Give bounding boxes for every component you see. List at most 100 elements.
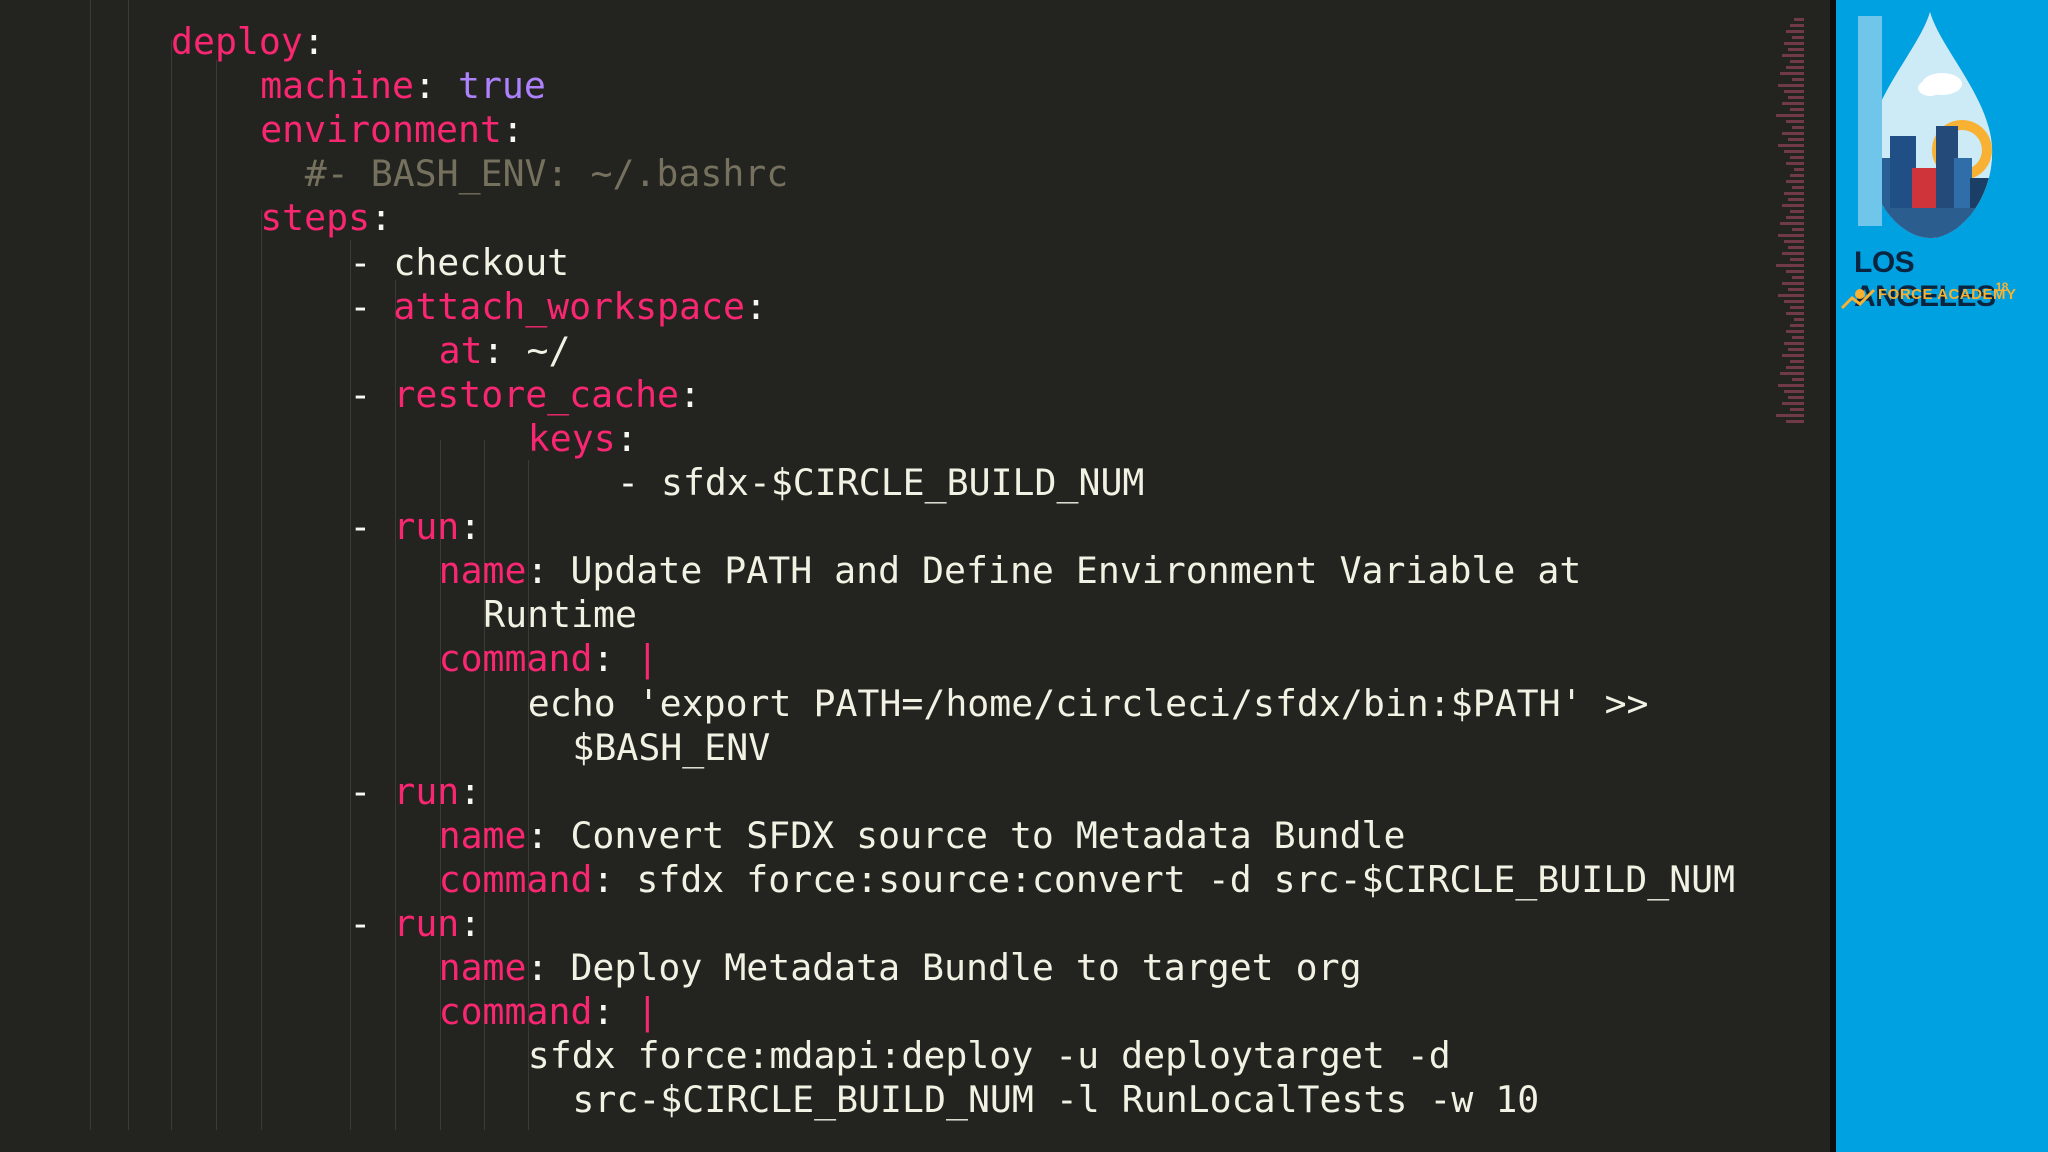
minimap-line bbox=[1790, 174, 1804, 177]
code-token-pun: : bbox=[526, 549, 571, 593]
code-token-key: name bbox=[438, 549, 527, 593]
code-line[interactable]: sfdx force:mdapi:deploy -u deploytarget … bbox=[528, 1034, 1451, 1078]
minimap-line bbox=[1794, 318, 1804, 321]
minimap-line bbox=[1782, 402, 1804, 405]
minimap-line bbox=[1778, 84, 1804, 87]
minimap-line bbox=[1776, 264, 1804, 267]
code-editor[interactable]: deploy: machine: true environment: #- BASH_… bbox=[0, 0, 1830, 1152]
code-line[interactable]: command: | bbox=[439, 990, 659, 1034]
code-line[interactable]: - checkout bbox=[349, 241, 569, 285]
minimap-line bbox=[1792, 228, 1804, 231]
minimap-line bbox=[1786, 216, 1804, 219]
code-token-pun: : bbox=[592, 857, 637, 901]
code-token-pun: : bbox=[459, 902, 482, 945]
code-line[interactable]: deploy: bbox=[171, 20, 325, 64]
minimap-line bbox=[1786, 270, 1804, 273]
code-token-key: name bbox=[438, 946, 527, 990]
code-line[interactable]: command: | bbox=[439, 637, 659, 681]
code-token-dash: - bbox=[349, 769, 394, 813]
code-token-str: src-$CIRCLE_BUILD_NUM -l RunLocalTests -… bbox=[572, 1078, 1540, 1122]
code-line[interactable]: name: Convert SFDX source to Metadata Bu… bbox=[439, 814, 1406, 858]
code-line[interactable]: - run: bbox=[349, 770, 481, 814]
indent-guide bbox=[216, 60, 217, 1130]
minimap-line bbox=[1792, 78, 1804, 81]
code-line[interactable]: - attach_workspace: bbox=[349, 285, 767, 329]
code-token-str: ~/ bbox=[526, 328, 571, 372]
minimap-line bbox=[1784, 150, 1804, 153]
code-line[interactable]: #- BASH_ENV: ~/.bashrc bbox=[305, 152, 788, 196]
code-line[interactable]: - sfdx-$CIRCLE_BUILD_NUM bbox=[617, 461, 1144, 505]
minimap[interactable] bbox=[1760, 18, 1804, 428]
code-token-str: sfdx-$CIRCLE_BUILD_NUM bbox=[660, 461, 1145, 504]
minimap-line bbox=[1790, 156, 1804, 159]
code-token-pun: : bbox=[744, 284, 767, 328]
minimap-line bbox=[1790, 210, 1804, 213]
code-line[interactable]: - restore_cache: bbox=[349, 373, 701, 417]
code-token-key: run bbox=[393, 505, 460, 549]
code-line[interactable]: Runtime bbox=[483, 593, 637, 637]
minimap-line bbox=[1784, 240, 1804, 243]
code-token-pun: : bbox=[459, 505, 482, 549]
minimap-line bbox=[1784, 300, 1804, 303]
minimap-line bbox=[1790, 408, 1804, 411]
code-line[interactable]: - run: bbox=[349, 505, 481, 549]
minimap-line bbox=[1786, 30, 1804, 33]
minimap-line bbox=[1778, 144, 1804, 147]
code-line[interactable]: src-$CIRCLE_BUILD_NUM -l RunLocalTests -… bbox=[572, 1078, 1539, 1122]
code-token-key: at bbox=[438, 328, 483, 372]
minimap-line bbox=[1786, 330, 1804, 333]
minimap-line bbox=[1794, 168, 1804, 171]
code-line[interactable]: command: sfdx force:source:convert -d sr… bbox=[439, 858, 1736, 902]
code-token-str: Convert SFDX source to Metadata Bundle bbox=[570, 813, 1406, 857]
code-token-str: $BASH_ENV bbox=[572, 725, 771, 769]
minimap-line bbox=[1790, 324, 1804, 327]
code-line[interactable]: steps: bbox=[260, 196, 392, 240]
minimap-line bbox=[1788, 138, 1804, 141]
code-token-dash: - bbox=[349, 902, 394, 945]
minimap-line bbox=[1790, 258, 1804, 261]
code-token-pun: : bbox=[459, 769, 482, 813]
code-token-bool: true bbox=[457, 64, 546, 108]
code-token-key: keys bbox=[527, 416, 616, 460]
minimap-line bbox=[1794, 18, 1804, 21]
indent-guide bbox=[261, 210, 262, 1130]
code-line[interactable]: name: Update PATH and Define Environment… bbox=[439, 549, 1582, 593]
code-token-str: echo 'export PATH=/home/circleci/sfdx/bi… bbox=[527, 681, 1649, 725]
minimap-line bbox=[1782, 354, 1804, 357]
minimap-line bbox=[1784, 342, 1804, 345]
brand-title: LOS ANGELES18 bbox=[1854, 246, 2048, 314]
minimap-line bbox=[1784, 390, 1804, 393]
code-token-str: Update PATH and Define Environment Varia… bbox=[570, 549, 1582, 593]
brand-sidebar: LOS ANGELES18 FORCE ACADEMY bbox=[1830, 0, 2048, 1152]
code-token-pun: : bbox=[592, 990, 637, 1034]
code-line[interactable]: name: Deploy Metadata Bundle to target o… bbox=[439, 946, 1362, 990]
code-token-pun: : bbox=[592, 637, 637, 681]
minimap-line bbox=[1782, 282, 1804, 285]
sidebar-divider bbox=[1830, 0, 1836, 1152]
code-token-str: Deploy Metadata Bundle to target org bbox=[570, 946, 1362, 990]
code-line[interactable]: environment: bbox=[260, 108, 524, 152]
code-token-pun: : bbox=[370, 196, 393, 240]
minimap-line bbox=[1782, 132, 1804, 135]
code-token-com: #- BASH_ENV: ~/.bashrc bbox=[304, 152, 789, 196]
minimap-line bbox=[1792, 276, 1804, 279]
minimap-line bbox=[1776, 414, 1804, 417]
code-line[interactable]: keys: bbox=[528, 417, 638, 461]
code-token-pun: : bbox=[414, 64, 458, 108]
code-token-key: command bbox=[438, 857, 593, 901]
code-line[interactable]: echo 'export PATH=/home/circleci/sfdx/bi… bbox=[528, 682, 1649, 726]
minimap-line bbox=[1792, 186, 1804, 189]
code-line[interactable]: - run: bbox=[349, 902, 481, 946]
minimap-line bbox=[1788, 48, 1804, 51]
code-token-str: sfdx force:source:convert -d src-$CIRCLE… bbox=[636, 857, 1736, 901]
minimap-line bbox=[1788, 246, 1804, 249]
minimap-line bbox=[1784, 90, 1804, 93]
code-line[interactable]: $BASH_ENV bbox=[572, 726, 770, 770]
minimap-line bbox=[1792, 36, 1804, 39]
minimap-line bbox=[1786, 162, 1804, 165]
minimap-line bbox=[1790, 60, 1804, 63]
code-token-key: restore_cache bbox=[393, 372, 680, 416]
minimap-line bbox=[1790, 360, 1804, 363]
code-line[interactable]: at: ~/ bbox=[439, 329, 571, 373]
code-line[interactable]: machine: true bbox=[260, 64, 546, 108]
